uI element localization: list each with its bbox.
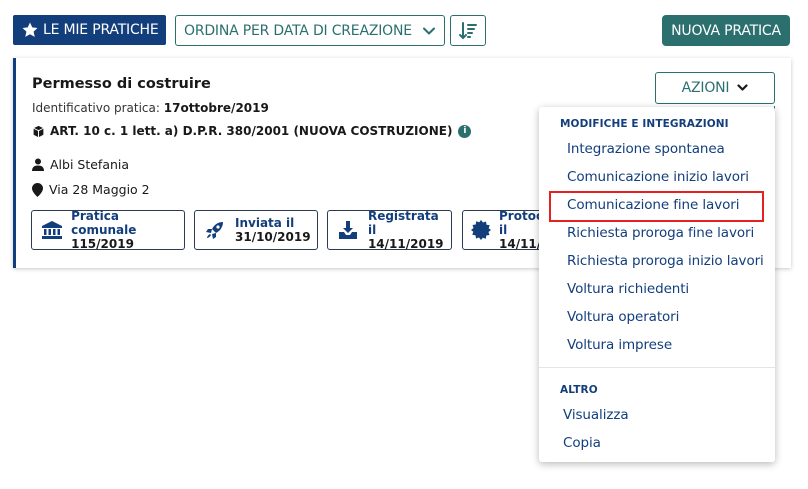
- menu-item-voltura-imprese[interactable]: Voltura imprese: [567, 337, 672, 353]
- caret-down-icon: [737, 84, 748, 91]
- practice-identifier: Identificativo pratica: 17ottobre/2019: [32, 101, 269, 115]
- practice-article-text: ART. 10 c. 1 lett. a) D.P.R. 380/2001 (N…: [50, 124, 453, 138]
- actions-label: AZIONI: [681, 80, 730, 96]
- actions-dropdown-menu: MODIFICHE E INTEGRAZIONI Integrazione sp…: [539, 107, 775, 462]
- chevron-down-icon: [423, 27, 435, 35]
- sort-direction-button[interactable]: [450, 15, 486, 46]
- menu-item-richiesta-proroga-fine-lavori[interactable]: Richiesta proroga fine lavori: [567, 225, 754, 241]
- sort-descending-icon: [459, 21, 477, 39]
- info-box-municipal: Pratica comunale 115/2019: [31, 209, 185, 251]
- menu-item-voltura-operatori[interactable]: Voltura operatori: [567, 309, 679, 325]
- info-icon[interactable]: i: [458, 124, 472, 138]
- practice-id-value: 17ottobre/2019: [163, 101, 269, 115]
- menu-item-copia[interactable]: Copia: [563, 435, 601, 451]
- menu-divider: [539, 367, 775, 368]
- my-practices-label: LE MIE PRATICHE: [43, 22, 159, 38]
- info-box-label: Inviata il: [235, 216, 295, 230]
- menu-item-integrazione-spontanea[interactable]: Integrazione spontanea: [567, 141, 725, 157]
- star-icon: [22, 22, 38, 37]
- sort-select-value: ORDINA PER DATA DI CREAZIONE: [184, 22, 412, 39]
- cube-icon: [33, 125, 44, 137]
- menu-item-comunicazione-fine-lavori[interactable]: Comunicazione fine lavori: [567, 197, 739, 213]
- practice-person-name: Albi Stefania: [50, 157, 130, 172]
- seal-icon: [471, 220, 491, 240]
- menu-item-voltura-richiedenti[interactable]: Voltura richiedenti: [567, 281, 689, 297]
- practice-title: Permesso di costruire: [32, 76, 211, 92]
- bank-icon: [41, 221, 62, 239]
- menu-section-title: MODIFICHE E INTEGRAZIONI: [560, 118, 729, 130]
- new-practice-label: NUOVA PRATICA: [671, 22, 781, 39]
- my-practices-button[interactable]: LE MIE PRATICHE: [13, 15, 166, 45]
- info-box-value: 14/11/2019: [367, 237, 444, 251]
- practice-address-text: Via 28 Maggio 2: [49, 182, 150, 197]
- menu-item-comunicazione-inizio-lavori[interactable]: Comunicazione inizio lavori: [567, 169, 749, 185]
- practice-person: Albi Stefania: [32, 157, 129, 172]
- info-box-registered: Registrata il 14/11/2019: [327, 209, 452, 251]
- new-practice-button[interactable]: NUOVA PRATICA: [662, 15, 790, 46]
- info-box-sent: Inviata il 31/10/2019: [194, 210, 318, 250]
- user-icon: [32, 158, 44, 171]
- menu-item-visualizza[interactable]: Visualizza: [563, 407, 629, 423]
- map-marker-icon: [32, 182, 43, 197]
- practice-id-label: Identificativo pratica:: [32, 101, 164, 115]
- menu-section-title: ALTRO: [560, 384, 598, 396]
- info-box-label: Registrata il: [367, 209, 439, 237]
- menu-item-richiesta-proroga-inizio-lavori[interactable]: Richiesta proroga inizio lavori: [567, 253, 764, 269]
- practice-address: Via 28 Maggio 2: [32, 182, 150, 197]
- practice-article: ART. 10 c. 1 lett. a) D.P.R. 380/2001 (N…: [32, 124, 472, 138]
- sort-select[interactable]: ORDINA PER DATA DI CREAZIONE: [175, 15, 445, 46]
- info-box-label: Pratica comunale: [71, 209, 137, 237]
- inbox-download-icon: [338, 221, 357, 239]
- info-box-value: 115/2019: [71, 237, 134, 251]
- actions-button[interactable]: AZIONI: [655, 72, 775, 104]
- info-box-value: 31/10/2019: [235, 230, 311, 244]
- rocket-icon: [206, 222, 223, 239]
